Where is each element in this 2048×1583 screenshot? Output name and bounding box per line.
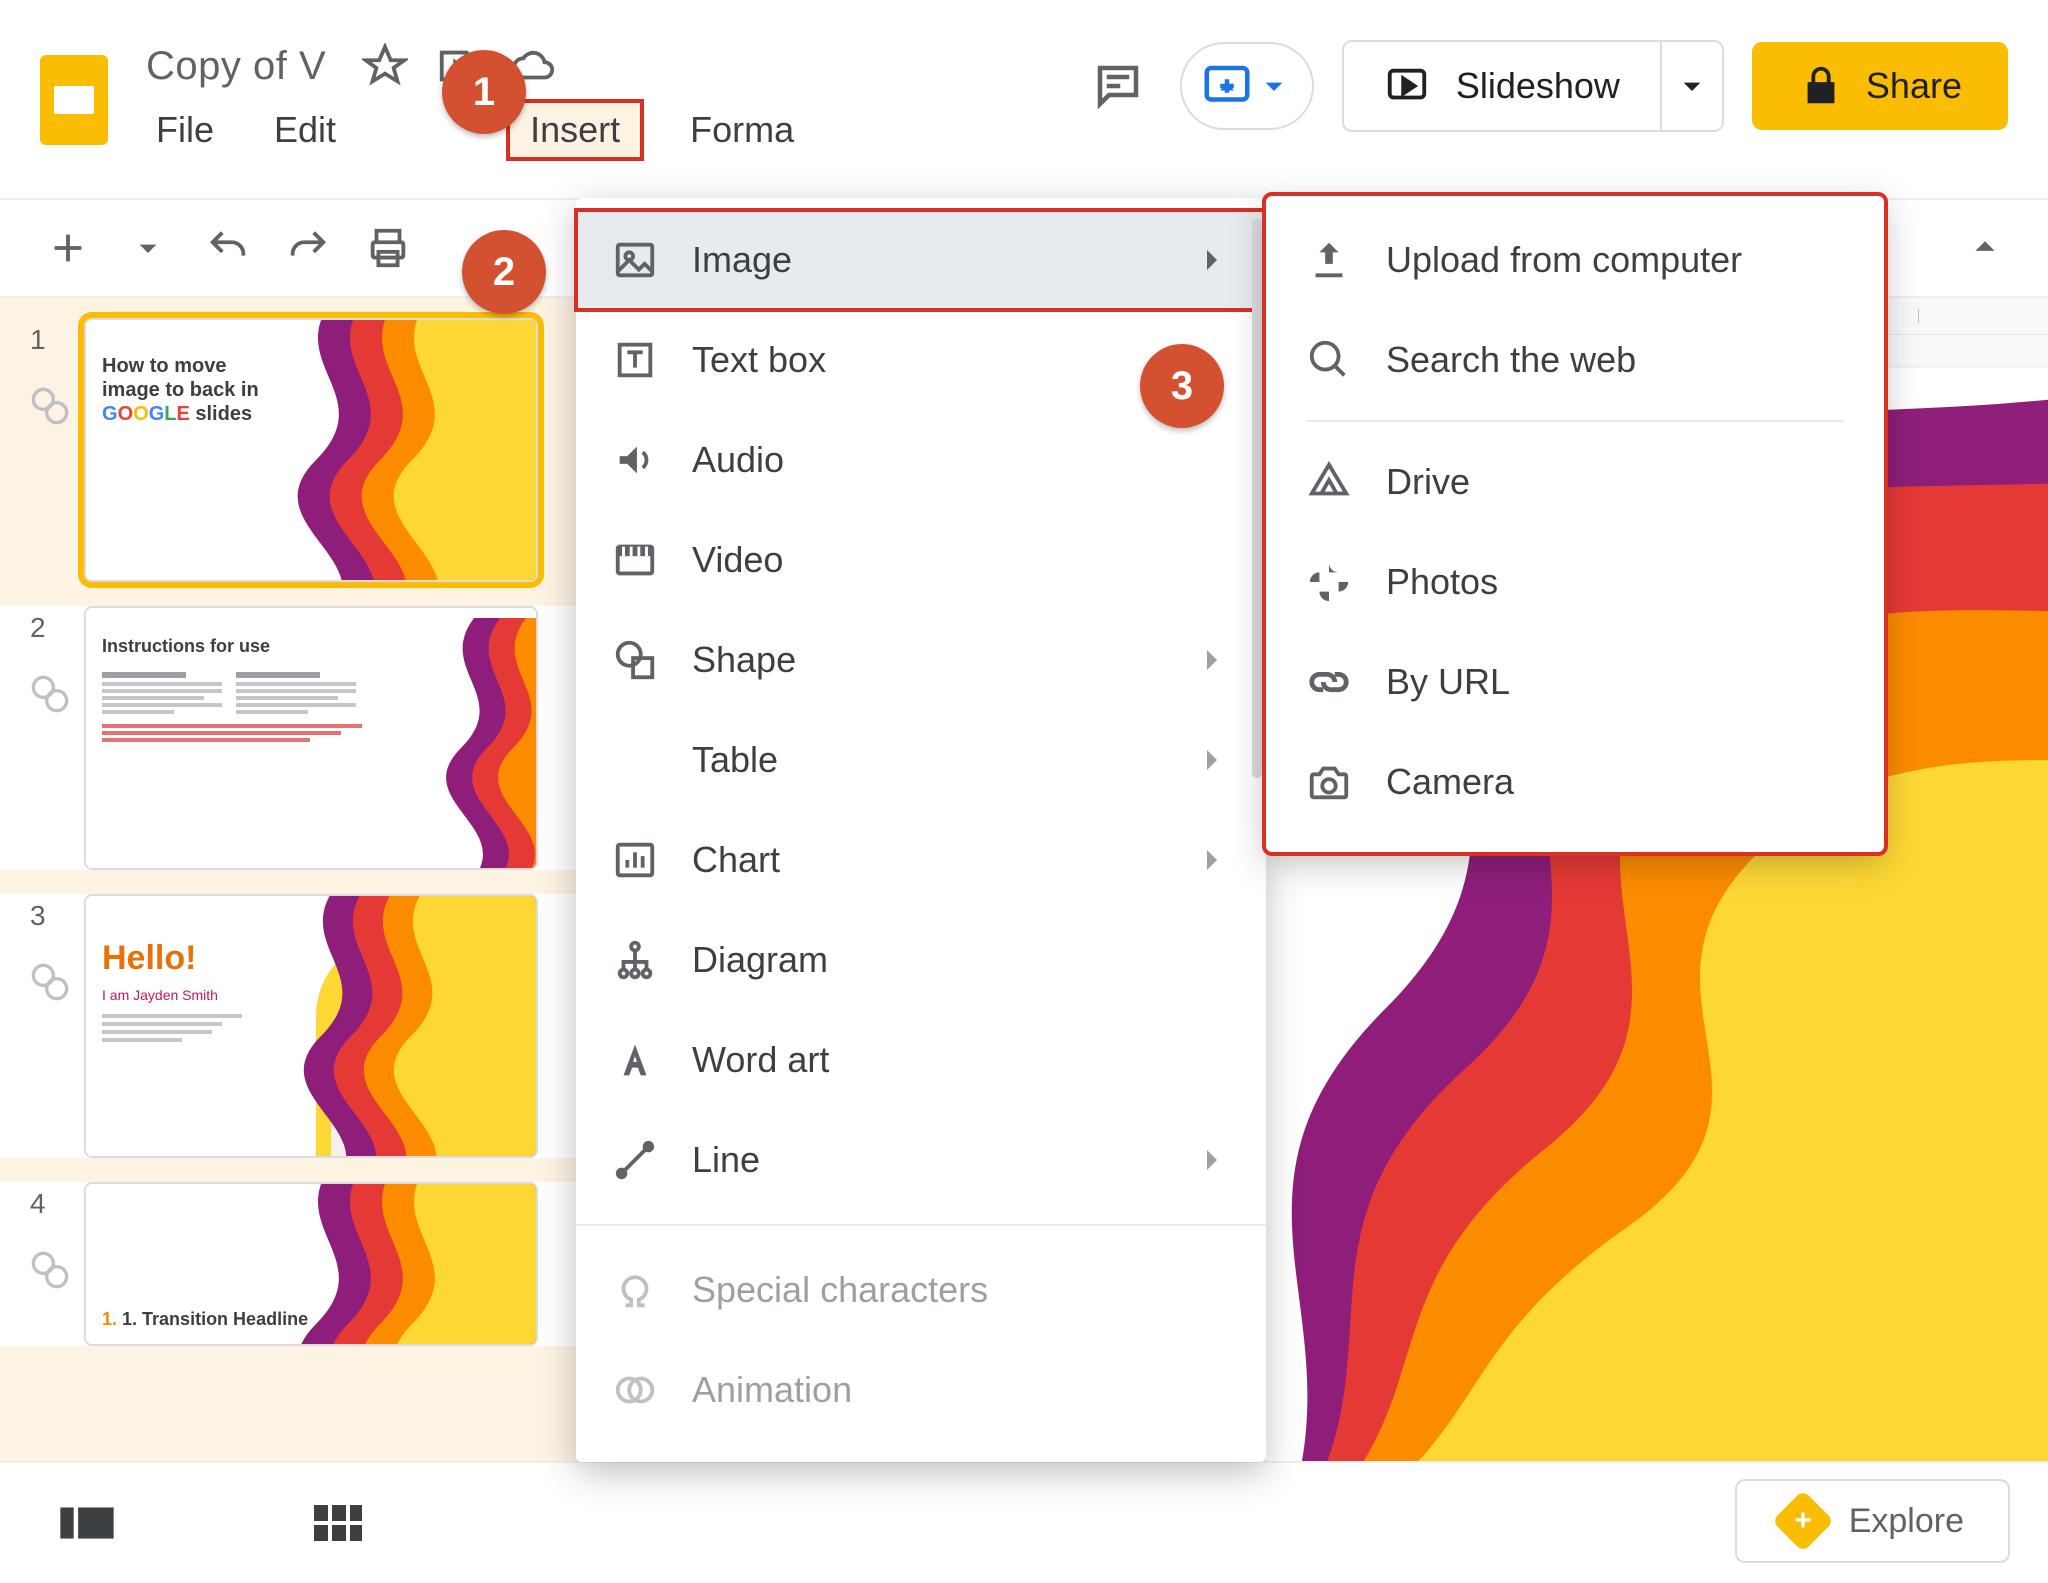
slide-thumbnail-4[interactable]: 1. 1. Transition Headline (84, 1182, 538, 1346)
slideshow-dropdown[interactable] (1660, 42, 1722, 130)
top-right-actions: Slideshow Share (1084, 40, 2008, 132)
submenu-arrow-icon (1192, 740, 1232, 780)
insert-chart[interactable]: Chart (576, 810, 1266, 910)
image-drive[interactable]: Drive (1266, 432, 1884, 532)
wave-art (246, 894, 538, 1158)
callout-badge-1: 1 (442, 50, 526, 134)
thumb2-heading: Instructions for use (102, 636, 362, 658)
new-slide-button[interactable] (40, 220, 96, 276)
wave-art (236, 318, 538, 582)
insert-special-characters[interactable]: Special characters (576, 1240, 1266, 1340)
callout-badge-3: 3 (1140, 344, 1224, 428)
speaker-notes-icon (30, 1250, 84, 1290)
insert-table[interactable]: Table (576, 710, 1266, 810)
grid-view-icon[interactable] (314, 1503, 362, 1543)
wave-art (396, 606, 538, 870)
speaker-notes-icon (30, 962, 84, 1002)
submenu-arrow-icon (1192, 640, 1232, 680)
undo-button[interactable] (200, 220, 256, 276)
insert-wordart[interactable]: Word art (576, 1010, 1266, 1110)
slides-logo[interactable] (40, 55, 108, 145)
comments-icon[interactable] (1084, 52, 1152, 120)
present-button[interactable] (1180, 42, 1314, 130)
menu-format[interactable]: Forma (680, 103, 804, 157)
image-by-url[interactable]: By URL (1266, 632, 1884, 732)
menu-scrollbar[interactable] (1252, 218, 1262, 1218)
slide-thumbnail-1[interactable]: How to move image to back in GOOGLE slid… (84, 318, 538, 582)
explore-icon (1772, 1490, 1834, 1552)
thumb1-google: GOOGLE (102, 403, 190, 425)
submenu-arrow-icon (1192, 240, 1232, 280)
thumb-number: 4 (30, 1182, 84, 1220)
menu-file[interactable]: File (146, 103, 224, 157)
slide-thumbnail-3[interactable]: Hello! I am Jayden Smith (84, 894, 538, 1158)
menu-insert[interactable]: Insert (510, 103, 640, 157)
thumb-number: 1 (30, 318, 84, 356)
slideshow-button[interactable]: Slideshow (1344, 42, 1660, 130)
redo-button[interactable] (280, 220, 336, 276)
image-search-the-web[interactable]: Search the web (1266, 310, 1884, 410)
thumb-number: 2 (30, 606, 84, 644)
menu-edit[interactable]: Edit (264, 103, 346, 157)
filmstrip-view-icon[interactable] (60, 1503, 114, 1543)
explore-button[interactable]: Explore (1735, 1479, 2010, 1563)
insert-shape[interactable]: Shape (576, 610, 1266, 710)
print-button[interactable] (360, 220, 416, 276)
image-upload-from-computer[interactable]: Upload from computer (1266, 210, 1884, 310)
thumb3-sub: I am Jayden Smith (102, 987, 242, 1004)
slideshow-split-button: Slideshow (1342, 40, 1724, 132)
slide-thumbnail-2[interactable]: Instructions for use (84, 606, 538, 870)
insert-video[interactable]: Video (576, 510, 1266, 610)
image-submenu: Upload from computer Search the web Driv… (1266, 196, 1884, 852)
insert-animation[interactable]: Animation (576, 1340, 1266, 1440)
share-button[interactable]: Share (1752, 42, 2008, 130)
insert-audio[interactable]: Audio (576, 410, 1266, 510)
insert-line[interactable]: Line (576, 1110, 1266, 1210)
callout-badge-2: 2 (462, 230, 546, 314)
insert-diagram[interactable]: Diagram (576, 910, 1266, 1010)
thumb-number: 3 (30, 894, 84, 932)
image-camera[interactable]: Camera (1266, 732, 1884, 832)
submenu-arrow-icon (1192, 840, 1232, 880)
star-icon[interactable] (362, 43, 408, 89)
image-photos[interactable]: Photos (1266, 532, 1884, 632)
insert-image[interactable]: Image (576, 210, 1266, 310)
document-title[interactable]: Copy of V (146, 44, 326, 89)
submenu-arrow-icon (1192, 1140, 1232, 1180)
slide-filmstrip[interactable]: 1 How to move image to back in GOOGLE sl… (0, 298, 606, 1581)
thumb3-hello: Hello! (102, 938, 242, 979)
wave-art (236, 1182, 538, 1346)
speaker-notes-icon (30, 386, 84, 426)
toolbar-scroll-up[interactable] (1962, 224, 2008, 270)
speaker-notes-icon (30, 674, 84, 714)
new-slide-dropdown[interactable] (120, 220, 176, 276)
